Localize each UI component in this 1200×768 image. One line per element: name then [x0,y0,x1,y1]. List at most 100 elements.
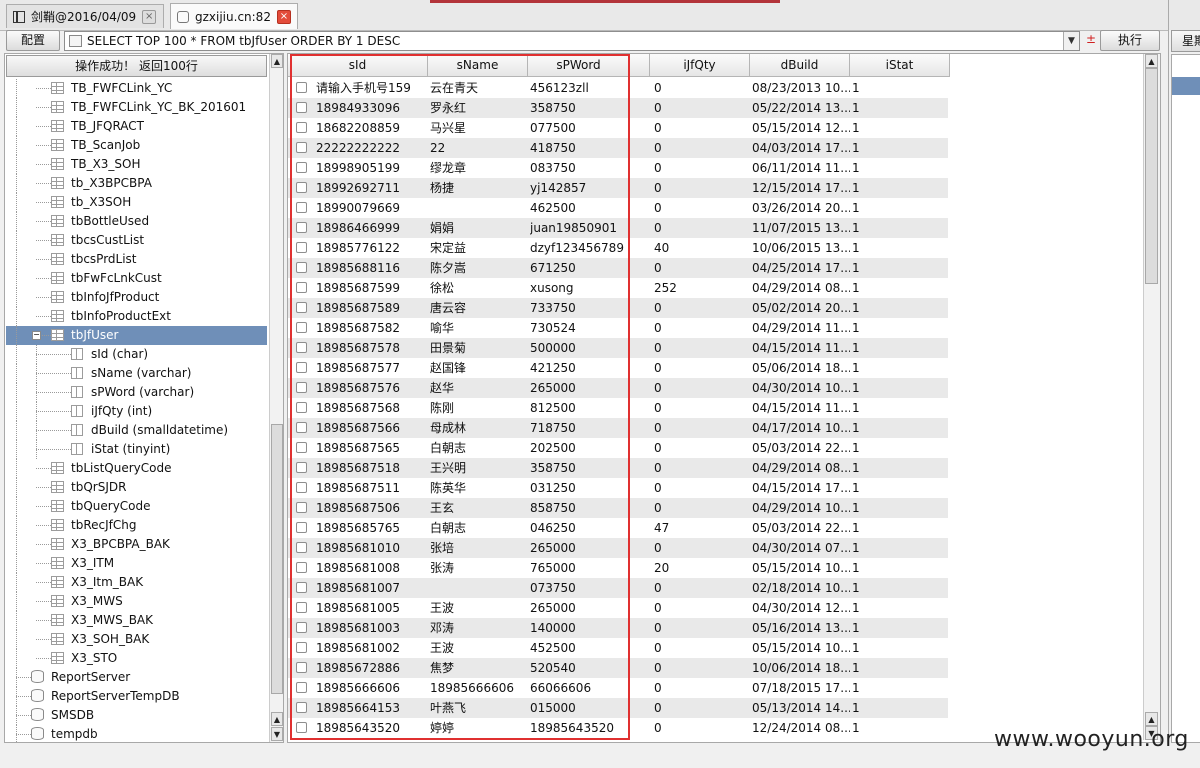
cell-dbuild[interactable]: 04/29/2014 08... [752,278,850,298]
tree-item-table[interactable]: tbcsPrdList [6,250,267,269]
cell-ijfqty[interactable]: 0 [654,358,750,378]
table-row[interactable]: 18990079669 462500 0 03/26/2014 20... 1 [288,198,948,218]
tree-item-column[interactable]: iJfQty (int) [6,402,267,421]
cell-sid[interactable]: 18985688116 [316,258,428,278]
cell-sid[interactable]: 18998905199 [316,158,428,178]
cell-ijfqty[interactable]: 0 [654,338,750,358]
cell-sname[interactable]: 赵华 [430,378,528,398]
cell-spword[interactable]: xusong [530,278,630,298]
row-checkbox[interactable] [296,682,307,693]
close-tab-icon[interactable]: × [276,9,291,24]
cell-spword[interactable]: dzyf123456789 [530,238,630,258]
table-row[interactable]: 18985643520 婷婷 18985643520 0 12/24/2014 08..… [288,718,948,738]
cell-sid[interactable]: 18985681003 [316,618,428,638]
cell-istat[interactable]: 1 [852,158,950,178]
cell-spword[interactable]: 671250 [530,258,630,278]
row-checkbox[interactable] [296,142,307,153]
tree-item-table[interactable]: − tbJfUser [6,326,267,345]
cell-sid[interactable]: 18985687576 [316,378,428,398]
right-panel-selected-row[interactable] [1172,77,1200,95]
cell-ijfqty[interactable]: 0 [654,78,750,98]
cell-dbuild[interactable]: 06/11/2014 11... [752,158,850,178]
cell-dbuild[interactable]: 10/06/2014 18... [752,658,850,678]
cell-ijfqty[interactable]: 0 [654,498,750,518]
table-row[interactable]: 18985666606 18985666606 66066606 0 07/18/201… [288,678,948,698]
tree-item-table[interactable]: tbInfoJfProduct [6,288,267,307]
cell-sid[interactable]: 18985687578 [316,338,428,358]
cell-sname[interactable]: 母成林 [430,418,528,438]
table-row[interactable]: 18682208859 马兴星 077500 0 05/15/2014 12... 1 [288,118,948,138]
cell-dbuild[interactable]: 05/03/2014 22... [752,438,850,458]
cell-istat[interactable]: 1 [852,238,950,258]
cell-spword[interactable]: 202500 [530,438,630,458]
cell-ijfqty[interactable]: 0 [654,318,750,338]
row-checkbox[interactable] [296,522,307,533]
cell-sid[interactable]: 18985681005 [316,598,428,618]
tree-item-column[interactable]: sId (char) [6,345,267,364]
cell-sname[interactable]: 唐云容 [430,298,528,318]
scroll-up-icon[interactable]: ▲ [1145,712,1158,726]
cell-ijfqty[interactable]: 0 [654,598,750,618]
tree-item-table[interactable]: TB_FWFCLink_YC_BK_201601 [6,98,267,117]
cell-spword[interactable]: 358750 [530,98,630,118]
sql-text[interactable]: SELECT TOP 100 * FROM tbJfUser ORDER BY … [87,34,400,48]
table-row[interactable]: 18992692711 杨捷 yj142857 0 12/15/2014 17... 1 [288,178,948,198]
cell-dbuild[interactable]: 04/25/2014 17... [752,258,850,278]
cell-spword[interactable]: 733750 [530,298,630,318]
row-checkbox[interactable] [296,102,307,113]
cell-sname[interactable]: 白朝志 [430,438,528,458]
cell-istat[interactable]: 1 [852,498,950,518]
column-header-sid[interactable]: sId [288,54,428,77]
cell-ijfqty[interactable]: 0 [654,398,750,418]
row-checkbox[interactable] [296,582,307,593]
cell-spword[interactable]: 265000 [530,378,630,398]
cell-sid[interactable]: 18985687589 [316,298,428,318]
cell-sname[interactable]: 22 [430,138,528,158]
tree-item-table[interactable]: tbFwFcLnkCust [6,269,267,288]
table-row[interactable]: 18985681008 张涛 765000 20 05/15/2014 10... 1 [288,558,948,578]
cell-dbuild[interactable]: 04/30/2014 10... [752,378,850,398]
row-checkbox[interactable] [296,302,307,313]
cell-spword[interactable]: juan19850901 [530,218,630,238]
cell-istat[interactable]: 1 [852,138,950,158]
cell-dbuild[interactable]: 04/30/2014 07... [752,538,850,558]
row-checkbox[interactable] [296,402,307,413]
cell-sname[interactable]: 邓涛 [430,618,528,638]
cell-spword[interactable]: 015000 [530,698,630,718]
cell-ijfqty[interactable]: 0 [654,98,750,118]
table-row[interactable]: 22222222222 22 418750 0 04/03/2014 17... 1 [288,138,948,158]
cell-spword[interactable]: 358750 [530,458,630,478]
cell-istat[interactable]: 1 [852,458,950,478]
cell-spword[interactable]: 046250 [530,518,630,538]
row-checkbox[interactable] [296,362,307,373]
row-checkbox[interactable] [296,322,307,333]
cell-dbuild[interactable]: 05/16/2014 13... [752,618,850,638]
cell-sid[interactable]: 18985687599 [316,278,428,298]
cell-istat[interactable]: 1 [852,278,950,298]
cell-dbuild[interactable]: 12/24/2014 08... [752,718,850,738]
cell-spword[interactable]: 140000 [530,618,630,638]
cell-istat[interactable]: 1 [852,618,950,638]
cell-ijfqty[interactable]: 0 [654,378,750,398]
table-row[interactable]: 18985681005 王波 265000 0 04/30/2014 12... 1 [288,598,948,618]
tree-item-table[interactable]: tbQrSJDR [6,478,267,497]
cell-sid[interactable]: 18682208859 [316,118,428,138]
execute-button[interactable]: 执行 [1100,30,1160,51]
table-row[interactable]: 18985688116 陈夕嵩 671250 0 04/25/2014 17... 1 [288,258,948,278]
cell-dbuild[interactable]: 04/15/2014 11... [752,398,850,418]
scroll-thumb[interactable] [271,424,283,694]
cell-istat[interactable]: 1 [852,478,950,498]
cell-spword[interactable]: 452500 [530,638,630,658]
row-checkbox[interactable] [296,602,307,613]
cell-sname[interactable]: 王玄 [430,498,528,518]
cell-dbuild[interactable]: 05/15/2014 10... [752,558,850,578]
row-checkbox[interactable] [296,722,307,733]
table-row[interactable]: 18986466999 娟娟 juan19850901 0 11/07/2015 13.… [288,218,948,238]
cell-ijfqty[interactable]: 0 [654,418,750,438]
cell-istat[interactable]: 1 [852,398,950,418]
scroll-thumb[interactable] [1145,68,1158,284]
cell-ijfqty[interactable]: 20 [654,558,750,578]
cell-istat[interactable]: 1 [852,78,950,98]
tree-item-table[interactable]: tbcsCustList [6,231,267,250]
tree-item-table[interactable]: X3_STO [6,649,267,668]
